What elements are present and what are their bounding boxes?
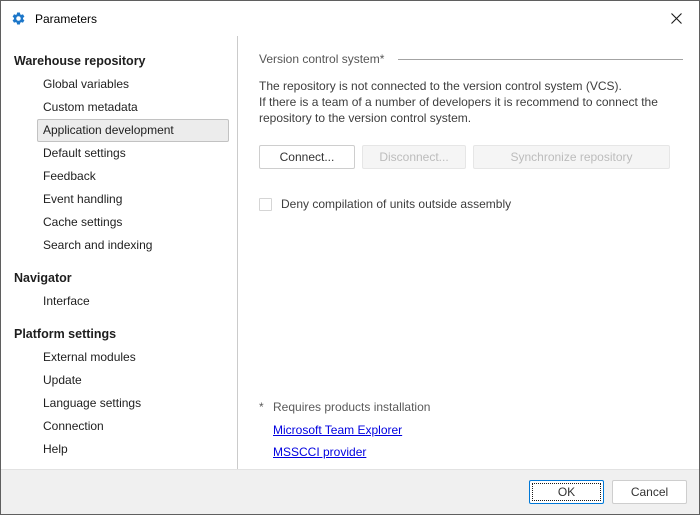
vcs-description-line1: The repository is not connected to the v… (259, 78, 683, 94)
sidebar-item-event-handling[interactable]: Event handling (37, 188, 229, 211)
section-divider (398, 59, 683, 60)
sidebar-item-external-modules[interactable]: External modules (37, 346, 229, 369)
sidebar-header-warehouse-repository: Warehouse repository (1, 50, 237, 73)
microsoft-team-explorer-link[interactable]: Microsoft Team Explorer (273, 423, 683, 437)
ok-button[interactable]: OK (529, 480, 604, 504)
section-header: Version control system* (259, 52, 683, 66)
sidebar-item-search-and-indexing[interactable]: Search and indexing (37, 234, 229, 257)
close-icon (671, 13, 682, 24)
sidebar-item-update[interactable]: Update (37, 369, 229, 392)
footnote-asterisk: * (259, 400, 273, 414)
connect-button[interactable]: Connect... (259, 145, 355, 169)
dialog-footer: OK Cancel (1, 469, 699, 514)
titlebar: Parameters (1, 1, 699, 36)
sidebar-item-help[interactable]: Help (37, 438, 229, 461)
footnote-block: * Requires products installation Microso… (259, 400, 683, 459)
cancel-button[interactable]: Cancel (612, 480, 687, 504)
window-title: Parameters (35, 12, 97, 26)
sidebar-item-custom-metadata[interactable]: Custom metadata (37, 96, 229, 119)
sidebar-item-cache-settings[interactable]: Cache settings (37, 211, 229, 234)
sidebar-item-language-settings[interactable]: Language settings (37, 392, 229, 415)
vcs-description-line2: If there is a team of a number of develo… (259, 94, 683, 126)
install-links: Microsoft Team Explorer MSSCCI provider (273, 423, 683, 459)
footnote-text: Requires products installation (273, 400, 430, 414)
msscci-provider-link[interactable]: MSSCCI provider (273, 445, 683, 459)
section-title: Version control system* (259, 52, 384, 66)
parameters-dialog: Parameters Warehouse repository Global v… (0, 0, 700, 515)
synchronize-repository-button: Synchronize repository (473, 145, 670, 169)
vcs-button-row: Connect... Disconnect... Synchronize rep… (259, 145, 683, 169)
footnote: * Requires products installation (259, 400, 683, 414)
sidebar-item-default-settings[interactable]: Default settings (37, 142, 229, 165)
deny-compilation-checkbox[interactable] (259, 198, 272, 211)
main-panel: Version control system* The repository i… (238, 36, 699, 469)
disconnect-button: Disconnect... (362, 145, 466, 169)
close-button[interactable] (654, 1, 699, 36)
gear-icon (11, 11, 26, 26)
sidebar-header-navigator: Navigator (1, 267, 237, 290)
vcs-description: The repository is not connected to the v… (259, 78, 683, 126)
sidebar-item-interface[interactable]: Interface (37, 290, 229, 313)
sidebar: Warehouse repository Global variables Cu… (1, 36, 238, 469)
sidebar-item-application-development[interactable]: Application development (37, 119, 229, 142)
sidebar-item-connection[interactable]: Connection (37, 415, 229, 438)
deny-compilation-row: Deny compilation of units outside assemb… (259, 197, 683, 211)
dialog-body: Warehouse repository Global variables Cu… (1, 36, 699, 469)
sidebar-item-global-variables[interactable]: Global variables (37, 73, 229, 96)
sidebar-header-platform-settings: Platform settings (1, 323, 237, 346)
deny-compilation-label: Deny compilation of units outside assemb… (281, 197, 511, 211)
sidebar-item-feedback[interactable]: Feedback (37, 165, 229, 188)
